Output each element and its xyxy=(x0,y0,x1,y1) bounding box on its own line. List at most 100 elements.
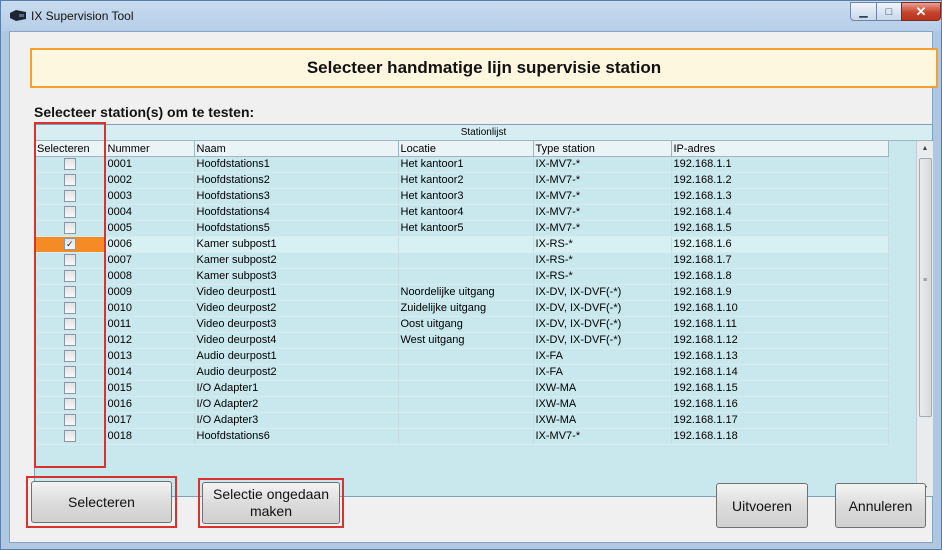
cell-type[interactable]: IX-DV, IX-DVF(-*) xyxy=(533,284,672,301)
cell-location[interactable]: Noordelijke uitgang xyxy=(398,284,534,301)
cell-number[interactable]: 0006 xyxy=(105,236,195,253)
cell-location[interactable] xyxy=(398,236,534,253)
cell-type[interactable]: IX-MV7-* xyxy=(533,156,672,173)
cell-name[interactable]: Video deurpost4 xyxy=(194,332,399,349)
column-header-name[interactable]: Naam xyxy=(194,141,399,157)
cell-location[interactable] xyxy=(398,348,534,365)
cell-ip[interactable]: 192.168.1.15 xyxy=(671,380,889,397)
cell-location[interactable] xyxy=(398,380,534,397)
cell-name[interactable]: Hoofdstations3 xyxy=(194,188,399,205)
table-row[interactable]: 0015 I/O Adapter1 IXW-MA 192.168.1.15 xyxy=(35,380,889,397)
cell-number[interactable]: 0004 xyxy=(105,204,195,221)
column-header-number[interactable]: Nummer xyxy=(105,141,195,157)
table-row[interactable]: 0011 Video deurpost3 Oost uitgang IX-DV, IX… xyxy=(35,316,889,333)
column-header-location[interactable]: Locatie xyxy=(398,141,534,157)
cell-ip[interactable]: 192.168.1.2 xyxy=(671,172,889,189)
cell-number[interactable]: 0001 xyxy=(105,156,195,173)
table-row[interactable]: 0013 Audio deurpost1 IX-FA 192.168.1.13 xyxy=(35,348,889,365)
table-row[interactable]: 0016 I/O Adapter2 IXW-MA 192.168.1.16 xyxy=(35,396,889,413)
cell-name[interactable]: Kamer subpost3 xyxy=(194,268,399,285)
cell-number[interactable]: 0005 xyxy=(105,220,195,237)
cell-location[interactable]: Het kantoor3 xyxy=(398,188,534,205)
table-row[interactable]: 0014 Audio deurpost2 IX-FA 192.168.1.14 xyxy=(35,364,889,381)
table-row[interactable]: 0009 Video deurpost1 Noordelijke uitgang IX… xyxy=(35,284,889,301)
cell-location[interactable]: Het kantoor5 xyxy=(398,220,534,237)
cell-type[interactable]: IX-FA xyxy=(533,348,672,365)
cell-type[interactable]: IX-DV, IX-DVF(-*) xyxy=(533,300,672,317)
cell-location[interactable] xyxy=(398,428,534,445)
cell-name[interactable]: I/O Adapter2 xyxy=(194,396,399,413)
cell-ip[interactable]: 192.168.1.1 xyxy=(671,156,889,173)
cell-location[interactable] xyxy=(398,396,534,413)
vertical-scrollbar[interactable]: ▲ ≡ ▼ xyxy=(916,141,933,496)
cell-number[interactable]: 0014 xyxy=(105,364,195,381)
cell-name[interactable]: Video deurpost3 xyxy=(194,316,399,333)
table-row[interactable]: 0012 Video deurpost4 West uitgang IX-DV, IX… xyxy=(35,332,889,349)
close-button[interactable]: ✕ xyxy=(901,2,941,21)
cell-name[interactable]: Kamer subpost2 xyxy=(194,252,399,269)
cell-name[interactable]: Hoofdstations1 xyxy=(194,156,399,173)
cell-ip[interactable]: 192.168.1.14 xyxy=(671,364,889,381)
cell-type[interactable]: IX-DV, IX-DVF(-*) xyxy=(533,332,672,349)
cell-ip[interactable]: 192.168.1.13 xyxy=(671,348,889,365)
cell-ip[interactable]: 192.168.1.3 xyxy=(671,188,889,205)
cell-type[interactable]: IX-DV, IX-DVF(-*) xyxy=(533,316,672,333)
cell-number[interactable]: 0012 xyxy=(105,332,195,349)
cell-name[interactable]: Video deurpost2 xyxy=(194,300,399,317)
cell-name[interactable]: Video deurpost1 xyxy=(194,284,399,301)
cancel-button[interactable]: Annuleren xyxy=(835,483,926,528)
cell-name[interactable]: Audio deurpost1 xyxy=(194,348,399,365)
cell-location[interactable]: Het kantoor1 xyxy=(398,156,534,173)
table-row[interactable]: 0005 Hoofdstations5 Het kantoor5 IX-MV7-* 19… xyxy=(35,220,889,237)
table-row[interactable]: 0008 Kamer subpost3 IX-RS-* 192.168.1.8 xyxy=(35,268,889,285)
cell-name[interactable]: I/O Adapter1 xyxy=(194,380,399,397)
cell-ip[interactable]: 192.168.1.17 xyxy=(671,412,889,429)
cell-ip[interactable]: 192.168.1.12 xyxy=(671,332,889,349)
cell-name[interactable]: I/O Adapter3 xyxy=(194,412,399,429)
cell-number[interactable]: 0007 xyxy=(105,252,195,269)
cell-name[interactable]: Hoofdstations2 xyxy=(194,172,399,189)
cell-location[interactable]: Oost uitgang xyxy=(398,316,534,333)
table-row[interactable]: 0003 Hoofdstations3 Het kantoor3 IX-MV7-* 19… xyxy=(35,188,889,205)
scroll-up-icon[interactable]: ▲ xyxy=(917,141,933,156)
cell-type[interactable]: IXW-MA xyxy=(533,396,672,413)
cell-type[interactable]: IX-MV7-* xyxy=(533,172,672,189)
cell-name[interactable]: Hoofdstations6 xyxy=(194,428,399,445)
table-row[interactable]: 0010 Video deurpost2 Zuidelijke uitgang IX-… xyxy=(35,300,889,317)
cell-number[interactable]: 0008 xyxy=(105,268,195,285)
cell-number[interactable]: 0015 xyxy=(105,380,195,397)
execute-button[interactable]: Uitvoeren xyxy=(716,483,808,528)
cell-ip[interactable]: 192.168.1.9 xyxy=(671,284,889,301)
minimize-button[interactable]: ▁ xyxy=(850,2,877,21)
scroll-thumb[interactable]: ≡ xyxy=(919,158,932,417)
cell-type[interactable]: IX-FA xyxy=(533,364,672,381)
table-row[interactable]: 0004 Hoofdstations4 Het kantoor4 IX-MV7-* 19… xyxy=(35,204,889,221)
cell-number[interactable]: 0009 xyxy=(105,284,195,301)
cell-ip[interactable]: 192.168.1.8 xyxy=(671,268,889,285)
cell-type[interactable]: IX-RS-* xyxy=(533,252,672,269)
cell-type[interactable]: IX-MV7-* xyxy=(533,428,672,445)
cell-ip[interactable]: 192.168.1.10 xyxy=(671,300,889,317)
cell-location[interactable]: Zuidelijke uitgang xyxy=(398,300,534,317)
cell-type[interactable]: IXW-MA xyxy=(533,412,672,429)
cell-number[interactable]: 0002 xyxy=(105,172,195,189)
undo-selection-button[interactable]: Selectie ongedaan maken xyxy=(202,482,340,524)
cell-ip[interactable]: 192.168.1.18 xyxy=(671,428,889,445)
cell-name[interactable]: Hoofdstations5 xyxy=(194,220,399,237)
cell-type[interactable]: IX-MV7-* xyxy=(533,188,672,205)
select-button[interactable]: Selecteren xyxy=(31,481,172,523)
cell-number[interactable]: 0010 xyxy=(105,300,195,317)
cell-ip[interactable]: 192.168.1.16 xyxy=(671,396,889,413)
cell-type[interactable]: IXW-MA xyxy=(533,380,672,397)
column-header-type[interactable]: Type station xyxy=(533,141,672,157)
cell-type[interactable]: IX-MV7-* xyxy=(533,220,672,237)
table-row[interactable]: 0017 I/O Adapter3 IXW-MA 192.168.1.17 xyxy=(35,412,889,429)
column-header-ip[interactable]: IP-adres xyxy=(671,141,889,157)
cell-location[interactable] xyxy=(398,364,534,381)
cell-ip[interactable]: 192.168.1.7 xyxy=(671,252,889,269)
cell-name[interactable]: Audio deurpost2 xyxy=(194,364,399,381)
table-row[interactable]: 0018 Hoofdstations6 IX-MV7-* 192.168.1.18 xyxy=(35,428,889,445)
cell-location[interactable] xyxy=(398,252,534,269)
cell-number[interactable]: 0016 xyxy=(105,396,195,413)
cell-type[interactable]: IX-RS-* xyxy=(533,268,672,285)
